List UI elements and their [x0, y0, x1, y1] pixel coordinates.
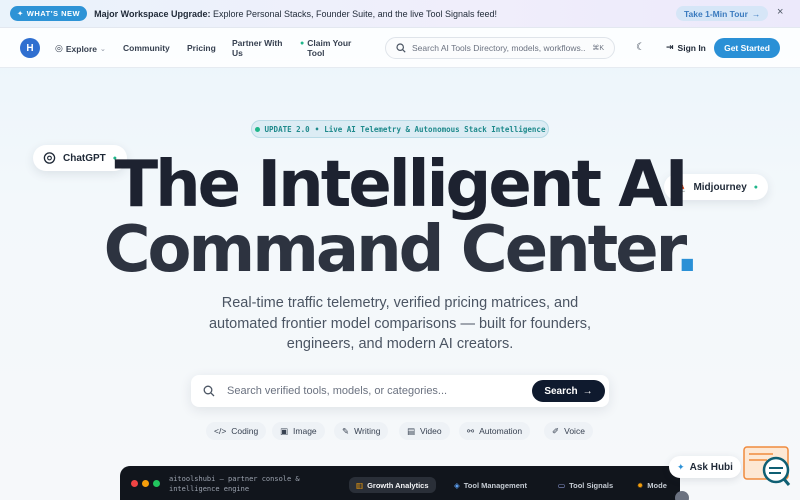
theme-toggle-moon-icon[interactable]: ☾ — [636, 42, 645, 53]
whats-new-label: WHAT'S NEW — [26, 9, 81, 18]
ask-hubi-label: Ask Hubi — [689, 461, 733, 473]
search-shortcut: ⌘K — [592, 45, 604, 52]
sparkle-icon: ✦ — [17, 9, 24, 18]
chip-video-label: Video — [420, 426, 442, 436]
search-button-label: Search — [544, 385, 578, 397]
login-icon: ⇥ — [666, 42, 674, 52]
update-separator: • — [314, 124, 320, 134]
chevron-down-icon: ⌄ — [100, 45, 106, 53]
announcement-bold: Major Workspace Upgrade: — [94, 8, 211, 19]
tab-tool-management-label: Tool Management — [463, 480, 527, 490]
nav-claim-line1: Claim Your — [307, 38, 352, 48]
arrow-right-icon: → — [582, 385, 593, 397]
nav-search-input[interactable]: Search AI Tools Directory, models, workf… — [385, 37, 615, 59]
tab-growth-analytics[interactable]: ▥ Growth Analytics — [349, 477, 436, 493]
tab-tool-signals-label: Tool Signals — [569, 480, 614, 490]
console-title-line2: intelligence engine — [169, 485, 250, 493]
chip-voice-label: Voice — [564, 426, 585, 436]
nav-partner-line1: Partner With — [232, 38, 283, 48]
console-title: aitoolshubi — partner console & intellig… — [169, 474, 300, 494]
sign-in-label: Sign In — [677, 42, 706, 53]
top-nav: H ◎ Explore ⌄ Community Pricing Partner … — [0, 28, 800, 68]
close-icon[interactable]: × — [777, 6, 783, 18]
update-text: Live AI Telemetry & Autonomous Stack Int… — [324, 124, 546, 134]
chip-video[interactable]: ▤ Video — [399, 422, 450, 440]
nav-claim-tool[interactable]: ● Claim Your Tool — [300, 38, 351, 58]
nav-claim-line2: Tool — [307, 48, 325, 58]
arrow-right-icon: → — [751, 8, 761, 19]
live-dot-icon: ● — [300, 40, 305, 47]
chip-image-label: Image — [293, 426, 317, 436]
get-started-button[interactable]: Get Started — [714, 38, 780, 58]
window-minimize-dot — [142, 480, 149, 487]
tab-tool-management[interactable]: ◈ Tool Management — [447, 477, 534, 493]
nav-explore[interactable]: ◎ Explore ⌄ — [55, 43, 106, 54]
tab-mode[interactable]: ✹ Mode — [630, 477, 680, 493]
tab-tool-signals[interactable]: ▭ Tool Signals — [551, 477, 620, 493]
search-button[interactable]: Search → — [532, 380, 605, 402]
hero-title-line1: The Intelligent AI — [114, 148, 688, 222]
chip-voice[interactable]: ✐ Voice — [544, 422, 593, 440]
chip-automation[interactable]: ⚯ Automation — [459, 422, 531, 440]
layers-icon: ◈ — [454, 480, 460, 490]
update-pill[interactable]: UPDATE 2.0 • Live AI Telemetry & Autonom… — [251, 120, 549, 138]
image-icon: ▣ — [280, 425, 289, 436]
announcement-text: Major Workspace Upgrade: Explore Persona… — [94, 9, 497, 19]
hero-search-input[interactable]: Search verified tools, models, or catego… — [191, 375, 609, 407]
search-icon — [396, 43, 406, 53]
nav-partner-line2: Us — [232, 48, 243, 58]
hero-title-dot: . — [675, 213, 699, 287]
tab-mode-label: Mode — [647, 480, 667, 490]
search-icon — [203, 385, 215, 397]
nav-explore-label: Explore — [65, 43, 98, 54]
hero-title-line2-text: Command Center — [103, 213, 679, 287]
mic-icon: ✐ — [552, 425, 560, 436]
nav-partner[interactable]: Partner With Us — [232, 38, 282, 58]
whats-new-badge[interactable]: ✦ WHAT'S NEW — [10, 6, 88, 21]
message-icon: ▭ — [558, 480, 566, 490]
sign-in-button[interactable]: ⇥ Sign In — [666, 42, 706, 53]
tab-growth-analytics-label: Growth Analytics — [367, 480, 429, 490]
take-tour-button[interactable]: Take 1-Min Tour → — [676, 6, 769, 21]
compass-icon: ◎ — [55, 43, 63, 53]
console-title-line1: aitoolshubi — partner console & — [169, 475, 300, 483]
pen-icon: ✎ — [342, 425, 350, 436]
chart-icon: ▥ — [356, 480, 364, 490]
chip-writing[interactable]: ✎ Writing — [334, 422, 389, 440]
scroll-button[interactable] — [675, 491, 689, 500]
live-dot-icon — [254, 126, 260, 132]
chip-image[interactable]: ▣ Image — [272, 422, 325, 440]
chip-coding[interactable]: </> Coding — [206, 422, 267, 440]
sun-icon: ✹ — [637, 480, 644, 490]
chip-coding-label: Coding — [231, 426, 259, 436]
hero-search-placeholder: Search verified tools, models, or catego… — [227, 385, 448, 397]
nav-pricing[interactable]: Pricing — [187, 43, 216, 53]
hero-subtitle: Real-time traffic telemetry, verified pr… — [208, 295, 592, 352]
chat-widget-icon[interactable] — [743, 446, 791, 488]
window-maximize-dot — [153, 480, 160, 487]
code-icon: </> — [214, 426, 227, 436]
announcement-bar: ✦ WHAT'S NEW Major Workspace Upgrade: Ex… — [0, 0, 800, 28]
partner-console-preview: aitoolshubi — partner console & intellig… — [120, 466, 680, 500]
video-icon: ▤ — [407, 425, 416, 436]
chip-automation-label: Automation — [479, 426, 523, 436]
announcement-body: Explore Personal Stacks, Founder Suite, … — [213, 8, 498, 19]
logo[interactable]: H — [20, 38, 40, 58]
tour-label: Take 1-Min Tour — [684, 8, 748, 19]
window-close-dot — [131, 480, 138, 487]
sparkle-icon: ✦ — [677, 461, 685, 472]
link-icon: ⚯ — [467, 425, 475, 436]
nav-community[interactable]: Community — [123, 43, 170, 53]
ask-hubi-button[interactable]: ✦ Ask Hubi — [669, 456, 741, 478]
chip-writing-label: Writing — [354, 426, 381, 436]
hero-title-line2: Command Center. — [0, 215, 800, 285]
nav-search-placeholder: Search AI Tools Directory, models, workf… — [412, 43, 587, 53]
update-version: UPDATE 2.0 — [264, 124, 310, 134]
